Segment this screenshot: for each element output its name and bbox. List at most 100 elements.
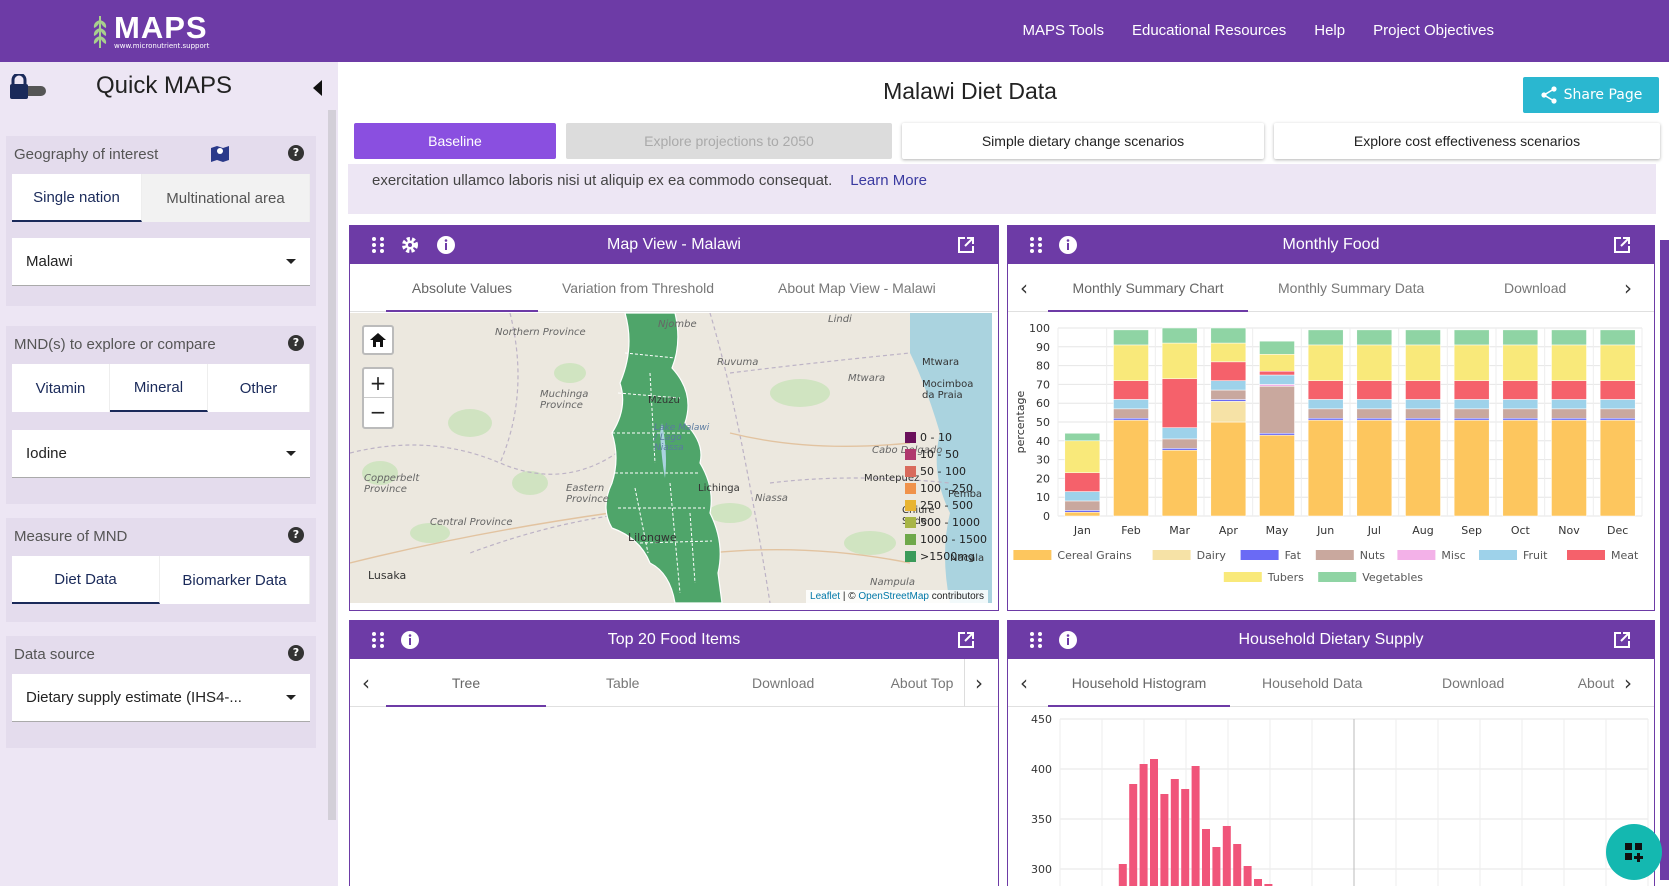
legend-label: 250 - 500 (920, 499, 973, 512)
bar-segment (1064, 472, 1101, 492)
learn-more-link[interactable]: Learn More (850, 172, 927, 189)
maps-logo[interactable]: MAPS www.micronutrient.support (90, 12, 209, 50)
legend-swatch (1223, 572, 1262, 582)
tab-variation-from-threshold[interactable]: Variation from Threshold (562, 280, 714, 296)
tab-absolute-values[interactable]: Absolute Values (386, 280, 538, 312)
zoom-in-button[interactable]: + (364, 369, 392, 398)
nav-help[interactable]: Help (1314, 22, 1345, 39)
tab-about[interactable]: About (1576, 675, 1616, 691)
bar-segment (1405, 408, 1441, 419)
bar-segment (1307, 419, 1344, 517)
tab-download[interactable]: Download (1442, 675, 1504, 691)
tabs-next-arrow-icon[interactable]: › (964, 659, 983, 707)
tab-biomarker-data[interactable]: Biomarker Data (160, 556, 310, 604)
leaflet-link[interactable]: Leaflet (810, 591, 840, 602)
tabs-prev-arrow-icon[interactable]: ‹ (1020, 671, 1028, 695)
sidebar-scrollbar[interactable] (328, 110, 336, 820)
open-external-icon[interactable] (956, 630, 976, 650)
bar-segment (1551, 417, 1587, 421)
bar-segment (1113, 380, 1149, 400)
tab-other[interactable]: Other (208, 364, 310, 412)
tab-diet-data[interactable]: Diet Data (12, 556, 160, 604)
data-source-select[interactable]: Dietary supply estimate (IHS4-... (12, 674, 310, 722)
tab-single-nation[interactable]: Single nation (12, 174, 142, 222)
map-label: Mocimboa da Praia (922, 379, 974, 401)
open-external-icon[interactable] (1612, 630, 1632, 650)
bar-segment (1405, 417, 1441, 421)
share-page-button[interactable]: Share Page (1523, 77, 1659, 113)
tabs-prev-arrow-icon[interactable]: ‹ (1020, 276, 1028, 300)
help-icon[interactable]: ? (288, 527, 304, 543)
openstreetmap-link[interactable]: OpenStreetMap (858, 591, 929, 602)
scenario-dietary-change-button[interactable]: Simple dietary change scenarios (902, 123, 1264, 159)
scenario-projections-button[interactable]: Explore projections to 2050 (566, 123, 892, 159)
bar-segment (1259, 384, 1295, 387)
tab-download[interactable]: Download (752, 675, 814, 691)
scenario-cost-effectiveness-button[interactable]: Explore cost effectiveness scenarios (1274, 123, 1660, 159)
bar-segment (1599, 408, 1636, 419)
dashboard-fab-button[interactable] (1606, 824, 1662, 880)
map-zoom-control: + − (362, 367, 394, 429)
lock-toggle-icon[interactable] (8, 74, 48, 100)
main-scrollbar[interactable] (1660, 240, 1669, 880)
country-select[interactable]: Malawi (12, 238, 310, 286)
legend-swatch (1567, 550, 1605, 560)
nav-project-objectives[interactable]: Project Objectives (1373, 22, 1494, 39)
legend-label: 10 - 50 (920, 448, 959, 461)
tab-about-map-view[interactable]: About Map View - Malawi (778, 280, 936, 296)
top20-card-header: Top 20 Food Items (350, 621, 998, 659)
zoom-out-button[interactable]: − (364, 398, 392, 427)
map-label: Lusaka (368, 569, 407, 582)
help-icon[interactable]: ? (288, 335, 304, 351)
tabs-prev-arrow-icon[interactable]: ‹ (362, 671, 370, 695)
nav-maps-tools[interactable]: MAPS Tools (1023, 22, 1104, 39)
tab-mineral[interactable]: Mineral (110, 364, 208, 412)
tab-table[interactable]: Table (606, 675, 639, 691)
open-external-icon[interactable] (1612, 235, 1632, 255)
measure-label: Measure of MND (14, 528, 128, 545)
bar-segment (1502, 408, 1539, 419)
map-label: Eastern Province (566, 483, 609, 505)
tab-about-top[interactable]: About Top (890, 675, 954, 691)
y-tick-label: 50 (1036, 416, 1050, 429)
tab-vitamin[interactable]: Vitamin (12, 364, 110, 412)
collapse-sidebar-icon[interactable] (313, 80, 322, 96)
map-view[interactable]: Northern Province Njombe Ruvuma Lindi Mt… (350, 313, 992, 603)
help-icon[interactable]: ? (288, 145, 304, 161)
help-icon[interactable]: ? (288, 645, 304, 661)
tab-monthly-summary-data[interactable]: Monthly Summary Data (1278, 280, 1424, 296)
tabs-next-arrow-icon[interactable]: › (1624, 276, 1632, 300)
histogram-bar (1150, 759, 1158, 886)
tab-monthly-summary-chart[interactable]: Monthly Summary Chart (1048, 280, 1248, 312)
tabs-next-arrow-icon[interactable]: › (1624, 671, 1632, 695)
bar-segment (1551, 408, 1587, 419)
share-icon (1541, 86, 1557, 104)
bar-segment (1599, 417, 1636, 421)
open-external-icon[interactable] (956, 235, 976, 255)
map-attribution: Leaflet | © OpenStreetMap contributors (806, 590, 988, 603)
bar-segment (1502, 380, 1539, 400)
legend-label: 50 - 100 (920, 465, 966, 478)
legend-label: Tubers (1267, 571, 1304, 584)
legend-swatch (1397, 550, 1436, 560)
tab-tree[interactable]: Tree (386, 675, 546, 707)
bar-segment (1259, 340, 1295, 355)
map-label: Muchinga Province (540, 389, 589, 411)
bar-segment (1113, 417, 1149, 421)
nav-educational-resources[interactable]: Educational Resources (1132, 22, 1286, 39)
tab-multinational-area[interactable]: Multinational area (142, 174, 310, 222)
map-label: Northern Province (495, 327, 586, 338)
histogram-bar (1212, 847, 1221, 886)
tab-household-data[interactable]: Household Data (1262, 675, 1362, 691)
tab-download[interactable]: Download (1504, 280, 1566, 296)
tab-household-histogram[interactable]: Household Histogram (1048, 675, 1230, 707)
y-tick-label: 100 (1029, 322, 1050, 335)
micronutrient-select[interactable]: Iodine (12, 430, 310, 478)
map-home-button[interactable] (362, 325, 394, 355)
scenario-baseline-button[interactable]: Baseline (354, 123, 556, 159)
map-icon[interactable] (210, 144, 230, 162)
household-card-title: Household Dietary Supply (1238, 631, 1424, 648)
legend-label: 0 - 10 (920, 431, 952, 444)
bar-segment (1210, 389, 1247, 400)
legend-swatch (905, 517, 916, 528)
